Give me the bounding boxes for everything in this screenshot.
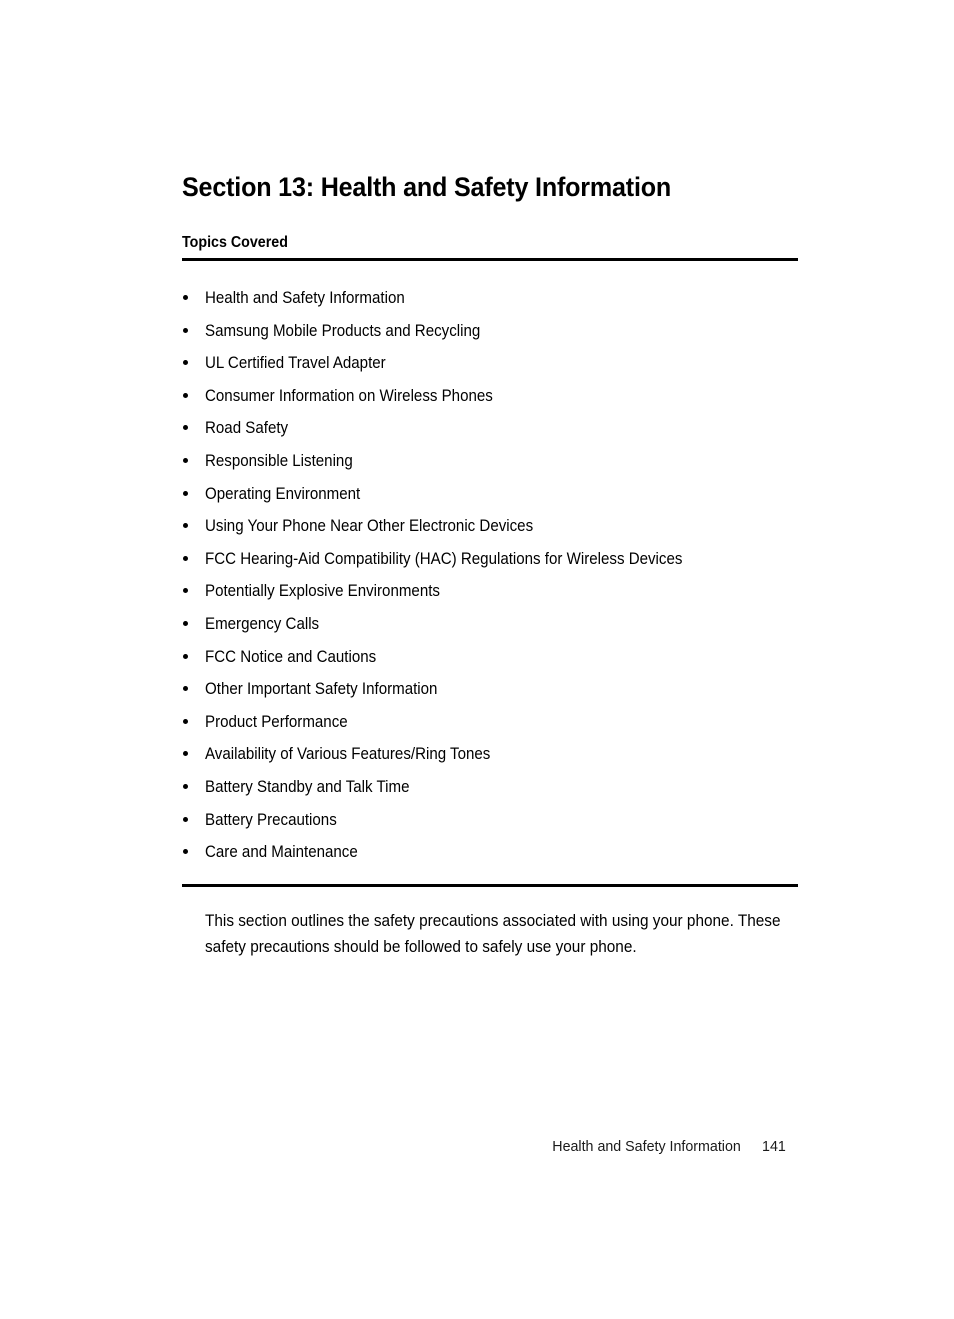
- footer-inner: Health and Safety Information 141: [552, 1137, 786, 1157]
- list-item-label: UL Certified Travel Adapter: [205, 354, 386, 373]
- bullet-icon: [183, 620, 188, 626]
- topics-covered-heading: Topics Covered: [182, 234, 288, 251]
- bullet-icon: [183, 327, 188, 333]
- bullet-icon: [183, 783, 188, 789]
- list-item: Availability of Various Features/Ring To…: [182, 744, 822, 777]
- list-item: Battery Standby and Talk Time: [182, 777, 822, 810]
- intro-paragraph: This section outlines the safety precaut…: [205, 908, 808, 960]
- list-item: Potentially Explosive Environments: [182, 581, 822, 614]
- bullet-icon: [183, 588, 188, 594]
- list-item-label: FCC Notice and Cautions: [205, 647, 377, 666]
- list-item-label: Road Safety: [205, 419, 289, 438]
- list-item-label: Operating Environment: [205, 484, 361, 503]
- list-item-label: Battery Standby and Talk Time: [205, 777, 410, 796]
- list-item: FCC Hearing-Aid Compatibility (HAC) Regu…: [182, 549, 822, 582]
- list-item: Emergency Calls: [182, 614, 822, 647]
- bullet-icon: [183, 425, 188, 431]
- intro-paragraph-text: This section outlines the safety precaut…: [205, 912, 781, 956]
- list-item: Other Important Safety Information: [182, 679, 822, 712]
- list-item: Consumer Information on Wireless Phones: [182, 386, 822, 419]
- footer-page-number: 141: [762, 1138, 786, 1155]
- bullet-icon: [183, 555, 188, 561]
- bullet-icon: [183, 816, 188, 822]
- bullet-icon: [183, 718, 188, 724]
- bullet-icon: [183, 751, 188, 757]
- divider-top: [182, 258, 798, 261]
- list-item-label: Consumer Information on Wireless Phones: [205, 386, 493, 405]
- list-item-label: FCC Hearing-Aid Compatibility (HAC) Regu…: [205, 549, 683, 568]
- page-title: Section 13: Health and Safety Informatio…: [182, 172, 672, 202]
- bullet-icon: [183, 686, 188, 692]
- list-item-label: Emergency Calls: [205, 614, 320, 633]
- list-item: Health and Safety Information: [182, 288, 822, 321]
- page-footer: Health and Safety Information 141: [182, 1137, 786, 1157]
- list-item-label: Other Important Safety Information: [205, 680, 438, 699]
- list-item-label: Samsung Mobile Products and Recycling: [205, 321, 481, 340]
- document-page: Section 13: Health and Safety Informatio…: [0, 0, 954, 1319]
- bullet-icon: [183, 849, 188, 855]
- list-item-label: Battery Precautions: [205, 810, 337, 829]
- bullet-icon: [183, 392, 188, 398]
- list-item: Care and Maintenance: [182, 842, 822, 875]
- divider-bottom: [182, 884, 798, 887]
- list-item-label: Care and Maintenance: [205, 843, 358, 862]
- list-item-label: Availability of Various Features/Ring To…: [205, 745, 491, 764]
- bullet-icon: [183, 360, 188, 366]
- list-item-label: Potentially Explosive Environments: [205, 582, 440, 601]
- list-item: Samsung Mobile Products and Recycling: [182, 321, 822, 354]
- list-item: UL Certified Travel Adapter: [182, 353, 822, 386]
- footer-running-head: Health and Safety Information: [552, 1138, 741, 1155]
- list-item: Battery Precautions: [182, 810, 822, 843]
- bullet-icon: [183, 490, 188, 496]
- bullet-icon: [183, 457, 188, 463]
- topics-list: Health and Safety Information Samsung Mo…: [182, 288, 822, 875]
- list-item: Product Performance: [182, 712, 822, 745]
- list-item-label: Product Performance: [205, 712, 348, 731]
- list-item-label: Using Your Phone Near Other Electronic D…: [205, 517, 534, 536]
- list-item: Road Safety: [182, 418, 822, 451]
- list-item: FCC Notice and Cautions: [182, 647, 822, 680]
- list-item: Responsible Listening: [182, 451, 822, 484]
- bullet-icon: [183, 295, 188, 300]
- bullet-icon: [183, 523, 188, 529]
- list-item: Operating Environment: [182, 484, 822, 517]
- list-item: Using Your Phone Near Other Electronic D…: [182, 516, 822, 549]
- bullet-icon: [183, 653, 188, 659]
- list-item-label: Responsible Listening: [205, 451, 353, 470]
- list-item-label: Health and Safety Information: [205, 289, 405, 307]
